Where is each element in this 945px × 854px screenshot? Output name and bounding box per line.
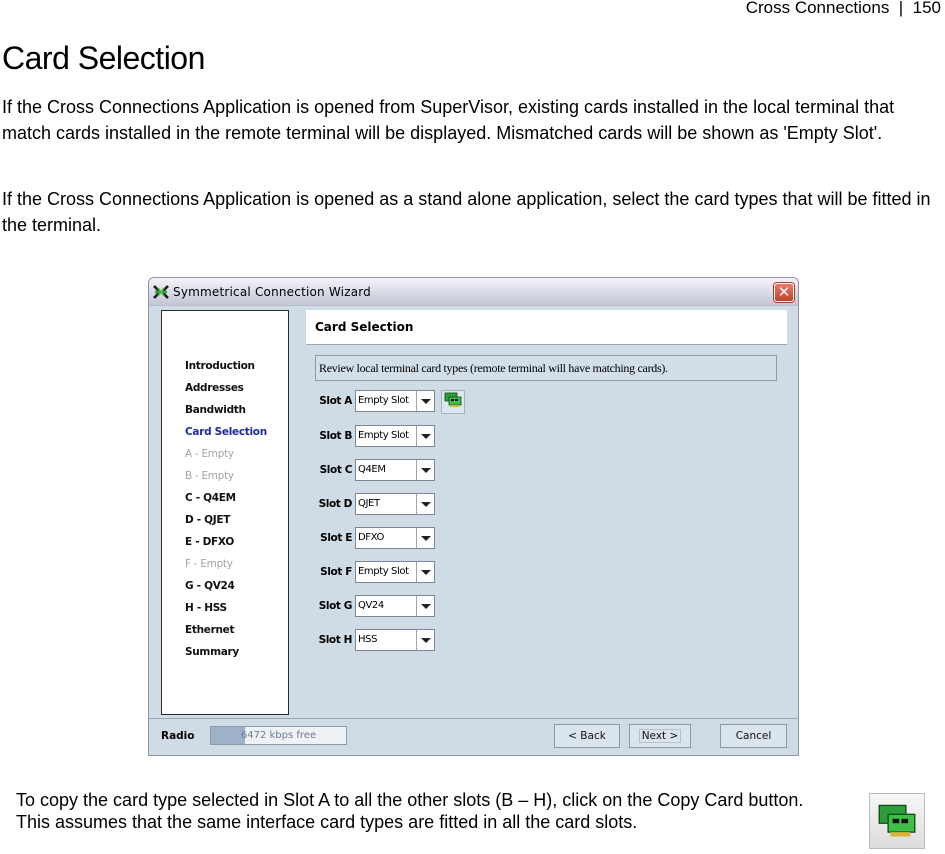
wizard-step-ethernet: Ethernet <box>185 624 235 636</box>
wizard-step-card-selection: Card Selection <box>185 426 267 438</box>
slot-h-row: Slot H HSS <box>315 629 435 651</box>
wizard-steps-list: Introduction Addresses Bandwidth Card Selec… <box>185 359 267 667</box>
window-title: Symmetrical Connection Wizard <box>173 284 371 299</box>
slot-e-row: Slot E DFXO <box>315 527 435 549</box>
chevron-down-icon[interactable] <box>416 596 434 616</box>
wizard-step-a-empty: A - Empty <box>185 448 234 460</box>
wizard-x-icon <box>152 283 170 301</box>
wizard-step-f-empty: F - Empty <box>185 558 233 570</box>
cancel-button[interactable]: Cancel <box>720 724 787 748</box>
wizard-step-bandwidth: Bandwidth <box>185 404 246 416</box>
slot-e-dropdown[interactable]: DFXO <box>355 527 435 549</box>
step-header: Card Selection <box>306 310 787 345</box>
slot-f-dropdown[interactable]: Empty Slot <box>355 561 435 583</box>
slot-c-dropdown[interactable]: Q4EM <box>355 459 435 481</box>
footer-divider <box>149 718 798 719</box>
window-titlebar[interactable]: Symmetrical Connection Wizard ✕ <box>149 278 798 306</box>
close-icon: ✕ <box>777 283 791 301</box>
running-header: Cross Connections | 150 <box>745 0 941 17</box>
slot-a-selected-value: Empty Slot <box>358 395 409 406</box>
wizard-step-d-qjet: D - QJET <box>185 514 231 526</box>
info-message: Review local terminal card types (remote… <box>315 355 777 381</box>
wizard-step-h-hss: H - HSS <box>185 602 227 614</box>
slot-a-row: Slot A Empty Slot <box>315 390 435 412</box>
wizard-steps-panel: Introduction Addresses Bandwidth Card Selec… <box>161 310 289 715</box>
close-button[interactable]: ✕ <box>774 283 794 302</box>
wizard-step-b-empty: B - Empty <box>185 470 234 482</box>
copy-card-icon <box>869 793 925 849</box>
chevron-down-icon[interactable] <box>416 426 434 446</box>
wizard-step-introduction: Introduction <box>185 360 255 372</box>
next-button-label: Next > <box>638 729 682 743</box>
slot-h-selected-value: HSS <box>358 634 378 645</box>
next-button[interactable]: Next > <box>629 724 691 748</box>
chevron-down-icon[interactable] <box>416 528 434 548</box>
wizard-window: Symmetrical Connection Wizard ✕ Introduc… <box>148 277 799 756</box>
slot-b-row: Slot B Empty Slot <box>315 425 435 447</box>
wizard-step-g-qv24: G - QV24 <box>185 580 235 592</box>
radio-label: Radio <box>161 730 195 742</box>
slot-a-dropdown[interactable]: Empty Slot <box>355 390 435 412</box>
slot-d-label: Slot D <box>318 498 353 510</box>
back-button[interactable]: < Back <box>554 724 620 748</box>
slot-g-dropdown[interactable]: QV24 <box>355 595 435 617</box>
copy-card-note: To copy the card type selected in Slot A… <box>16 790 804 832</box>
slot-c-row: Slot C Q4EM <box>315 459 435 481</box>
radio-bandwidth-bar: 6472 kbps free <box>210 726 347 745</box>
slot-g-label: Slot G <box>318 600 353 612</box>
slot-d-selected-value: QJET <box>358 498 380 509</box>
slot-d-dropdown[interactable]: QJET <box>355 493 435 515</box>
chevron-down-icon[interactable] <box>416 494 434 514</box>
slot-f-label: Slot F <box>320 566 352 578</box>
slot-b-dropdown[interactable]: Empty Slot <box>355 425 435 447</box>
wizard-step-summary: Summary <box>185 646 239 658</box>
copy-card-icon <box>444 392 462 413</box>
slot-d-row: Slot D QJET <box>315 493 435 515</box>
slot-e-label: Slot E <box>320 532 352 544</box>
slot-f-selected-value: Empty Slot <box>358 566 409 577</box>
slot-g-row: Slot G QV24 <box>315 595 435 617</box>
slot-f-row: Slot F Empty Slot <box>315 561 435 583</box>
slot-e-selected-value: DFXO <box>358 532 384 543</box>
wizard-step-e-dfxo: E - DFXO <box>185 536 234 548</box>
radio-bandwidth-text: 6472 kbps free <box>240 730 317 741</box>
slot-c-selected-value: Q4EM <box>358 464 386 475</box>
slot-b-selected-value: Empty Slot <box>358 430 409 441</box>
chevron-down-icon[interactable] <box>416 630 434 650</box>
slot-h-label: Slot H <box>318 634 353 646</box>
chevron-down-icon[interactable] <box>416 391 434 411</box>
slot-b-label: Slot B <box>319 430 352 442</box>
standalone-paragraph: If the Cross Connections Application is … <box>2 189 931 235</box>
step-title: Card Selection <box>315 320 414 334</box>
wizard-step-c-q4em: C - Q4EM <box>185 492 236 504</box>
intro-paragraph: If the Cross Connections Application is … <box>2 97 895 143</box>
slot-a-label: Slot A <box>319 395 352 407</box>
copy-card-button[interactable] <box>441 390 465 414</box>
page-title: Card Selection <box>2 40 205 76</box>
chevron-down-icon[interactable] <box>416 460 434 480</box>
slot-c-label: Slot C <box>319 464 353 476</box>
slot-g-selected-value: QV24 <box>358 600 384 611</box>
slot-h-dropdown[interactable]: HSS <box>355 629 435 651</box>
chevron-down-icon[interactable] <box>416 562 434 582</box>
wizard-step-addresses: Addresses <box>185 382 244 394</box>
